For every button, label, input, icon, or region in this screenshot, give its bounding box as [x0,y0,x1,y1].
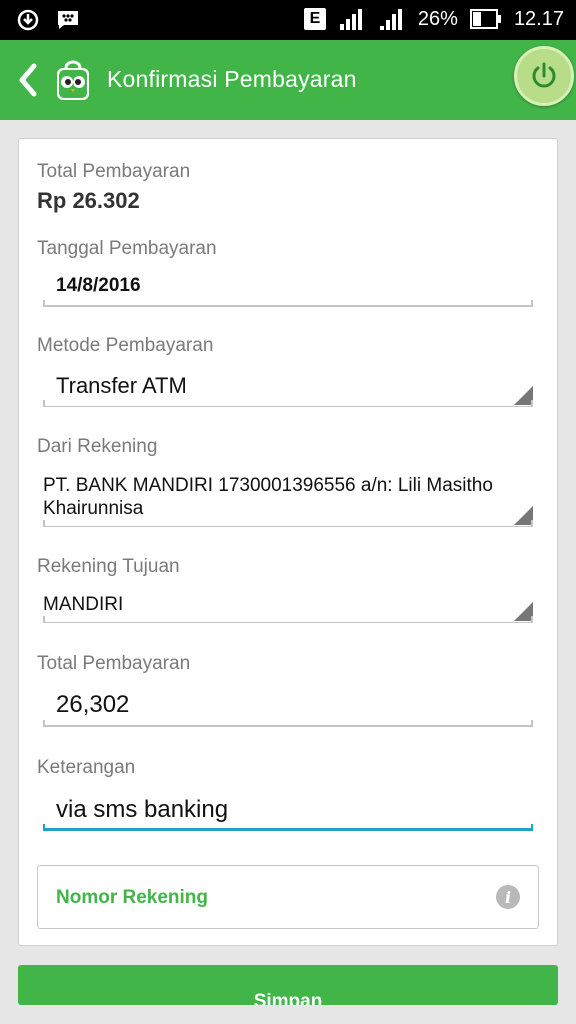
dest-account-select[interactable]: MANDIRI [43,585,533,623]
app-bar: Konfirmasi Pembayaran [0,40,576,120]
power-button[interactable] [514,46,574,106]
total-label: Total Pembayaran [37,161,191,182]
account-number-panel[interactable]: Nomor Rekening i [37,865,539,929]
amount-input[interactable]: 26,302 [43,681,533,727]
dest-account-value: MANDIRI [43,594,124,615]
amount-label: Total Pembayaran [37,653,191,674]
signal-icon [339,9,362,30]
owl-shopping-bag-icon [57,60,89,100]
chevron-left-icon[interactable] [12,60,44,100]
from-account-underline [43,520,533,527]
method-value: Transfer ATM [56,373,187,398]
save-button-label: Simpan [253,991,323,1005]
page-title: Konfirmasi Pembayaran [107,66,357,92]
save-button[interactable]: Simpan [18,965,558,1005]
date-underline [43,300,533,307]
amount-underline [43,720,533,727]
method-select[interactable]: Transfer ATM [43,361,533,407]
sync-icon [17,9,39,31]
amount-value: 26,302 [56,691,130,718]
date-value: 14/8/2016 [56,275,141,296]
dest-account-label: Rekening Tujuan [37,556,180,577]
payment-form-card: Total Pembayaran Rp 26.302 Tanggal Pemba… [18,138,558,946]
note-value: via sms banking [56,796,229,823]
note-underline [43,824,533,831]
from-account-select[interactable]: PT. BANK MANDIRI 1730001396556 a/n: Lili… [43,465,533,527]
account-number-label: Nomor Rekening [56,887,209,908]
date-label: Tanggal Pembayaran [37,238,217,259]
from-account-value: PT. BANK MANDIRI 1730001396556 a/n: Lili… [43,475,493,519]
date-field[interactable]: 14/8/2016 [43,267,533,307]
clock: 12.17 [513,7,564,30]
network-type-badge: E [303,8,326,30]
info-icon[interactable]: i [496,885,520,909]
total-value: Rp 26.302 [37,188,140,213]
dest-account-underline [43,616,533,623]
from-account-label: Dari Rekening [37,436,158,457]
note-input[interactable]: via sms banking [43,785,533,831]
method-underline [43,400,533,407]
battery-percent: 26% [417,7,458,30]
power-icon [532,62,556,88]
signal-icon-2 [379,9,402,30]
status-bar: E 26% 12.17 [0,0,576,40]
method-label: Metode Pembayaran [37,335,214,356]
battery-icon [469,9,501,29]
note-label: Keterangan [37,757,136,778]
chat-icon [58,11,78,29]
